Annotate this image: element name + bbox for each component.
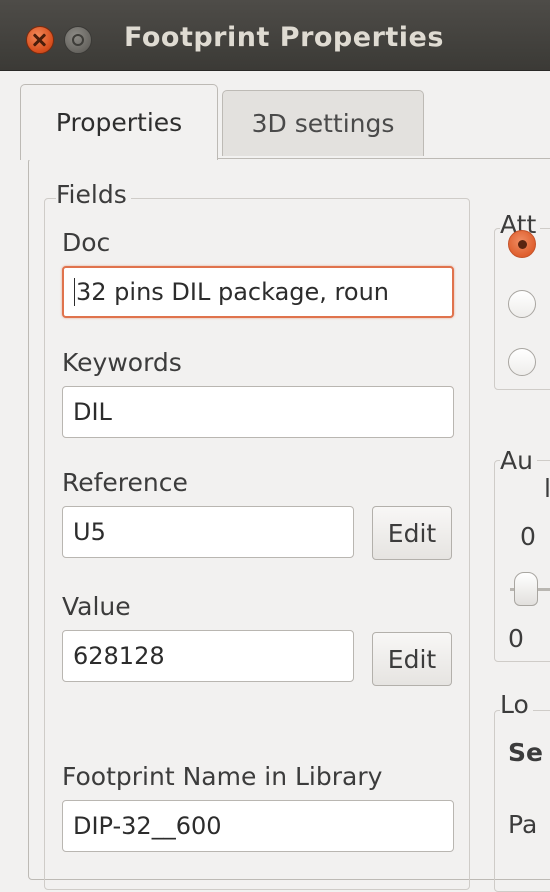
reference-field-value: U5 — [73, 518, 106, 546]
local-group-title: Lo — [500, 690, 533, 719]
fields-group-title: Fields — [56, 180, 131, 209]
minimize-window-icon[interactable] — [64, 26, 92, 54]
keywords-label: Keywords — [62, 348, 182, 377]
close-window-icon[interactable] — [26, 26, 54, 54]
reference-label: Reference — [62, 468, 188, 497]
slider-top-value: 0 — [520, 522, 536, 551]
window-title: Footprint Properties — [124, 22, 444, 53]
footprint-name-field[interactable]: DIP-32__600 — [62, 800, 454, 852]
value-label: Value — [62, 592, 131, 621]
reference-edit-button[interactable]: Edit — [372, 506, 452, 560]
value-field[interactable]: 628128 — [62, 630, 354, 682]
slider-bottom-value: 0 — [508, 624, 524, 653]
attribute-radio-1[interactable] — [508, 230, 536, 258]
attribute-radio-3[interactable] — [508, 348, 536, 376]
local-setting-label: Se — [508, 738, 543, 767]
autoplace-group-title: Au — [500, 446, 537, 475]
doc-label: Doc — [62, 228, 111, 257]
title-bar: Footprint Properties — [0, 0, 550, 71]
local-pad-label: Pa — [508, 810, 538, 839]
doc-field[interactable]: 32 pins DIL package, roun — [62, 266, 454, 318]
keywords-field-value: DIL — [73, 398, 112, 426]
text-caret — [74, 278, 75, 306]
tab-properties[interactable]: Properties — [20, 84, 218, 160]
attribute-radio-2[interactable] — [508, 290, 536, 318]
value-field-value: 628128 — [73, 642, 165, 670]
autoplace-row-label: l — [544, 474, 550, 503]
keywords-field[interactable]: DIL — [62, 386, 454, 438]
reference-field[interactable]: U5 — [62, 506, 354, 558]
footprint-name-field-value: DIP-32__600 — [73, 812, 222, 840]
doc-field-value: 32 pins DIL package, roun — [76, 278, 389, 306]
tab-3d-settings[interactable]: 3D settings — [222, 90, 424, 156]
autoplace-slider-handle[interactable] — [514, 572, 538, 606]
footprint-name-label: Footprint Name in Library — [62, 762, 383, 791]
value-edit-button[interactable]: Edit — [372, 632, 452, 686]
